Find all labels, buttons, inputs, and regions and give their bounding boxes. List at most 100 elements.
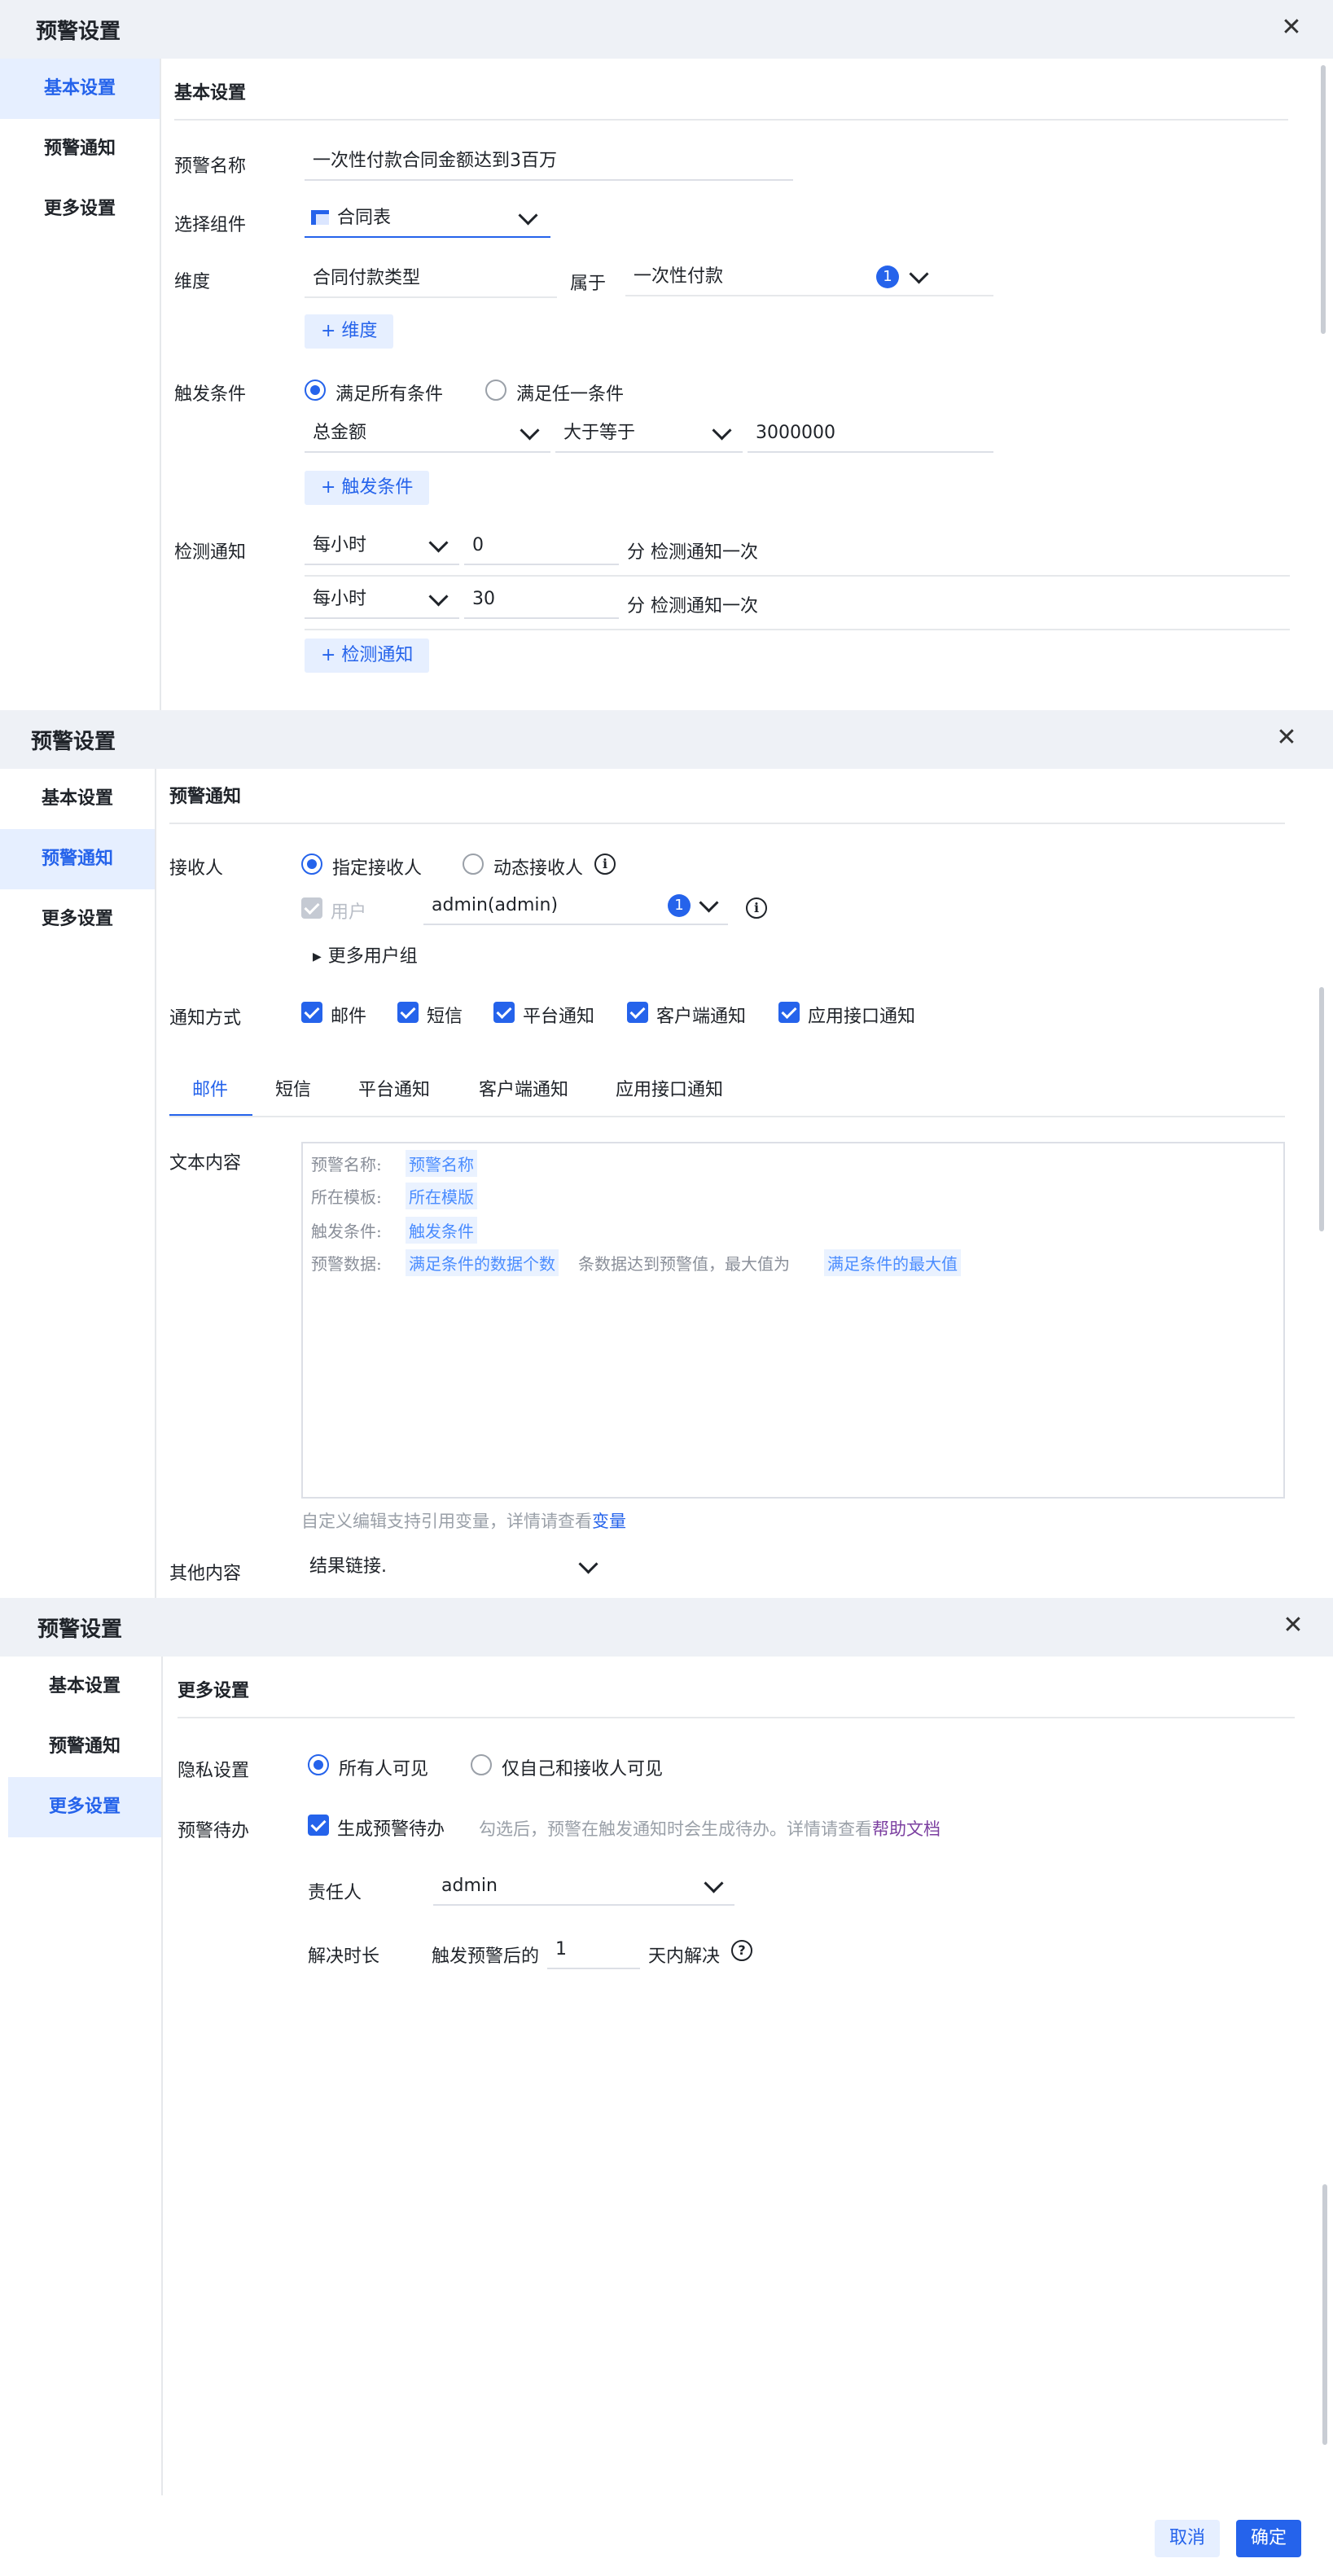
todo-checkbox[interactable]: [308, 1815, 329, 1836]
method-platform-checkbox[interactable]: [493, 1002, 515, 1023]
tabs-divider: [169, 1116, 1285, 1117]
duration-suffix: 天内解决: [648, 1946, 721, 1967]
check-minute-input-1[interactable]: 0: [464, 528, 619, 565]
nav-more-settings[interactable]: 更多设置: [8, 1777, 161, 1837]
divider: [174, 119, 1288, 121]
cancel-button[interactable]: 取消: [1155, 2520, 1221, 2557]
other-content-select[interactable]: 结果链接.: [301, 1549, 603, 1586]
nav-alert-notify[interactable]: 预警通知: [8, 1717, 161, 1777]
variable-link[interactable]: 变量: [592, 1512, 626, 1531]
info-icon[interactable]: i: [594, 854, 616, 875]
tab-sms[interactable]: 短信: [275, 1075, 311, 1101]
check-suffix-1: 分 检测通知一次: [627, 542, 758, 563]
trigger-value-input[interactable]: 3000000: [748, 415, 993, 453]
component-select[interactable]: 合同表: [305, 200, 550, 238]
nav-more-settings[interactable]: 更多设置: [0, 179, 160, 239]
dialog-titlebar: 预警设置 ✕: [0, 710, 1333, 769]
component-value: 合同表: [337, 208, 392, 228]
chevron-down-icon: [578, 1554, 599, 1574]
side-nav: 基本设置 预警通知 更多设置: [8, 1657, 163, 2495]
ok-button[interactable]: 确定: [1236, 2520, 1302, 2557]
method-api-label: 应用接口通知: [808, 1007, 916, 1027]
duration-prefix: 触发预警后的: [432, 1946, 540, 1967]
nav-alert-notify[interactable]: 预警通知: [0, 119, 160, 179]
trigger-label: 触发条件: [174, 384, 247, 405]
dialog-titlebar: 预警设置 ✕: [0, 1598, 1333, 1657]
scrollbar[interactable]: [1322, 2184, 1327, 2445]
radio-visible-self-label: 仅自己和接收人可见: [502, 1759, 664, 1780]
nav-basic-settings[interactable]: 基本设置: [0, 769, 155, 829]
user-select[interactable]: admin(admin) 1: [423, 888, 728, 925]
nav-more-settings[interactable]: 更多设置: [0, 889, 155, 950]
dimension-label: 维度: [174, 272, 211, 292]
variable-tag[interactable]: 触发条件: [406, 1217, 477, 1244]
dialog-titlebar: 预警设置 ✕: [0, 0, 1333, 59]
close-icon[interactable]: ✕: [1280, 1613, 1306, 1639]
radio-any-condition[interactable]: [485, 380, 506, 401]
radio-any-label: 满足任一条件: [516, 384, 625, 405]
tab-client[interactable]: 客户端通知: [479, 1075, 568, 1101]
trigger-operator-select[interactable]: 大于等于: [555, 415, 743, 453]
duration-input[interactable]: 1: [547, 1932, 640, 1969]
method-client-label: 客户端通知: [656, 1007, 747, 1027]
user-value: admin(admin): [432, 895, 559, 915]
line-label: 预警名称:: [311, 1155, 382, 1174]
dimension-field[interactable]: 合同付款类型: [305, 261, 557, 298]
line-label: 所在模板:: [311, 1187, 382, 1207]
dialog-title: 预警设置: [36, 20, 121, 44]
method-api-checkbox[interactable]: [778, 1002, 800, 1023]
add-dimension-button[interactable]: + 维度: [305, 314, 394, 349]
owner-select[interactable]: admin: [433, 1868, 734, 1906]
user-label: 用户: [331, 902, 367, 923]
user-checkbox[interactable]: [301, 897, 322, 919]
radio-visible-self[interactable]: [471, 1754, 492, 1775]
check-minute-input-2[interactable]: 30: [464, 581, 619, 619]
belongs-label: 属于: [570, 274, 607, 294]
chevron-down-icon: [520, 420, 540, 441]
scrollbar[interactable]: [1321, 65, 1326, 334]
close-icon[interactable]: ✕: [1278, 15, 1304, 41]
tab-platform[interactable]: 平台通知: [358, 1075, 430, 1101]
line-label: 预警数据:: [311, 1254, 382, 1274]
info-icon[interactable]: i: [746, 897, 767, 919]
nav-basic-settings[interactable]: 基本设置: [0, 59, 160, 119]
help-circle-icon[interactable]: ?: [731, 1940, 752, 1961]
text-content-label: 文本内容: [169, 1153, 242, 1174]
check-freq-select-2[interactable]: 每小时: [305, 581, 459, 619]
duration-label: 解决时长: [308, 1946, 380, 1967]
more-groups-toggle[interactable]: ▶ 更多用户组: [313, 941, 418, 968]
nav-basic-settings[interactable]: 基本设置: [8, 1657, 161, 1717]
variable-tag[interactable]: 预警名称: [406, 1150, 477, 1177]
chevron-down-icon: [704, 1873, 724, 1894]
trigger-field-select[interactable]: 总金额: [305, 415, 550, 453]
add-check-button[interactable]: + 检测通知: [305, 639, 430, 673]
close-icon[interactable]: ✕: [1274, 725, 1300, 751]
radio-visible-all[interactable]: [308, 1754, 329, 1775]
method-email-checkbox[interactable]: [301, 1002, 322, 1023]
caret-right-icon: ▶: [313, 950, 322, 963]
alert-name-input[interactable]: 一次性付款合同金额达到3百万: [305, 143, 793, 181]
variable-tag[interactable]: 所在模版: [406, 1183, 477, 1209]
tab-email[interactable]: 邮件: [192, 1075, 228, 1101]
radio-specified-receiver[interactable]: [301, 854, 322, 875]
nav-alert-notify[interactable]: 预警通知: [0, 829, 155, 889]
line-text: 条数据达到预警值，最大值为: [578, 1254, 790, 1274]
help-doc-link[interactable]: 帮助文档: [872, 1819, 941, 1839]
variable-tag[interactable]: 满足条件的数据个数: [406, 1249, 559, 1276]
radio-dynamic-receiver[interactable]: [463, 854, 484, 875]
email-content-editor[interactable]: 预警名称: 预警名称 所在模板: 所在模版 触发条件: 触发条件 预警数据: 满…: [301, 1142, 1285, 1499]
add-trigger-button[interactable]: + 触发条件: [305, 471, 430, 505]
method-client-checkbox[interactable]: [627, 1002, 648, 1023]
more-settings-panel: 预警设置 ✕ 基本设置 预警通知 更多设置 更多设置 隐私设置 所有人可见 仅自…: [0, 1598, 1333, 2576]
belongs-select[interactable]: 一次性付款 1: [625, 259, 993, 296]
method-sms-checkbox[interactable]: [397, 1002, 419, 1023]
check-freq-select-1[interactable]: 每小时: [305, 528, 459, 565]
scrollbar[interactable]: [1319, 987, 1324, 1231]
divider: [305, 575, 1290, 577]
variable-tag[interactable]: 满足条件的最大值: [824, 1249, 961, 1276]
check-freq-value: 每小时: [313, 535, 367, 555]
tab-api[interactable]: 应用接口通知: [616, 1075, 723, 1101]
name-label: 预警名称: [174, 156, 247, 177]
radio-all-conditions[interactable]: [305, 380, 326, 401]
method-email-label: 邮件: [331, 1007, 367, 1027]
